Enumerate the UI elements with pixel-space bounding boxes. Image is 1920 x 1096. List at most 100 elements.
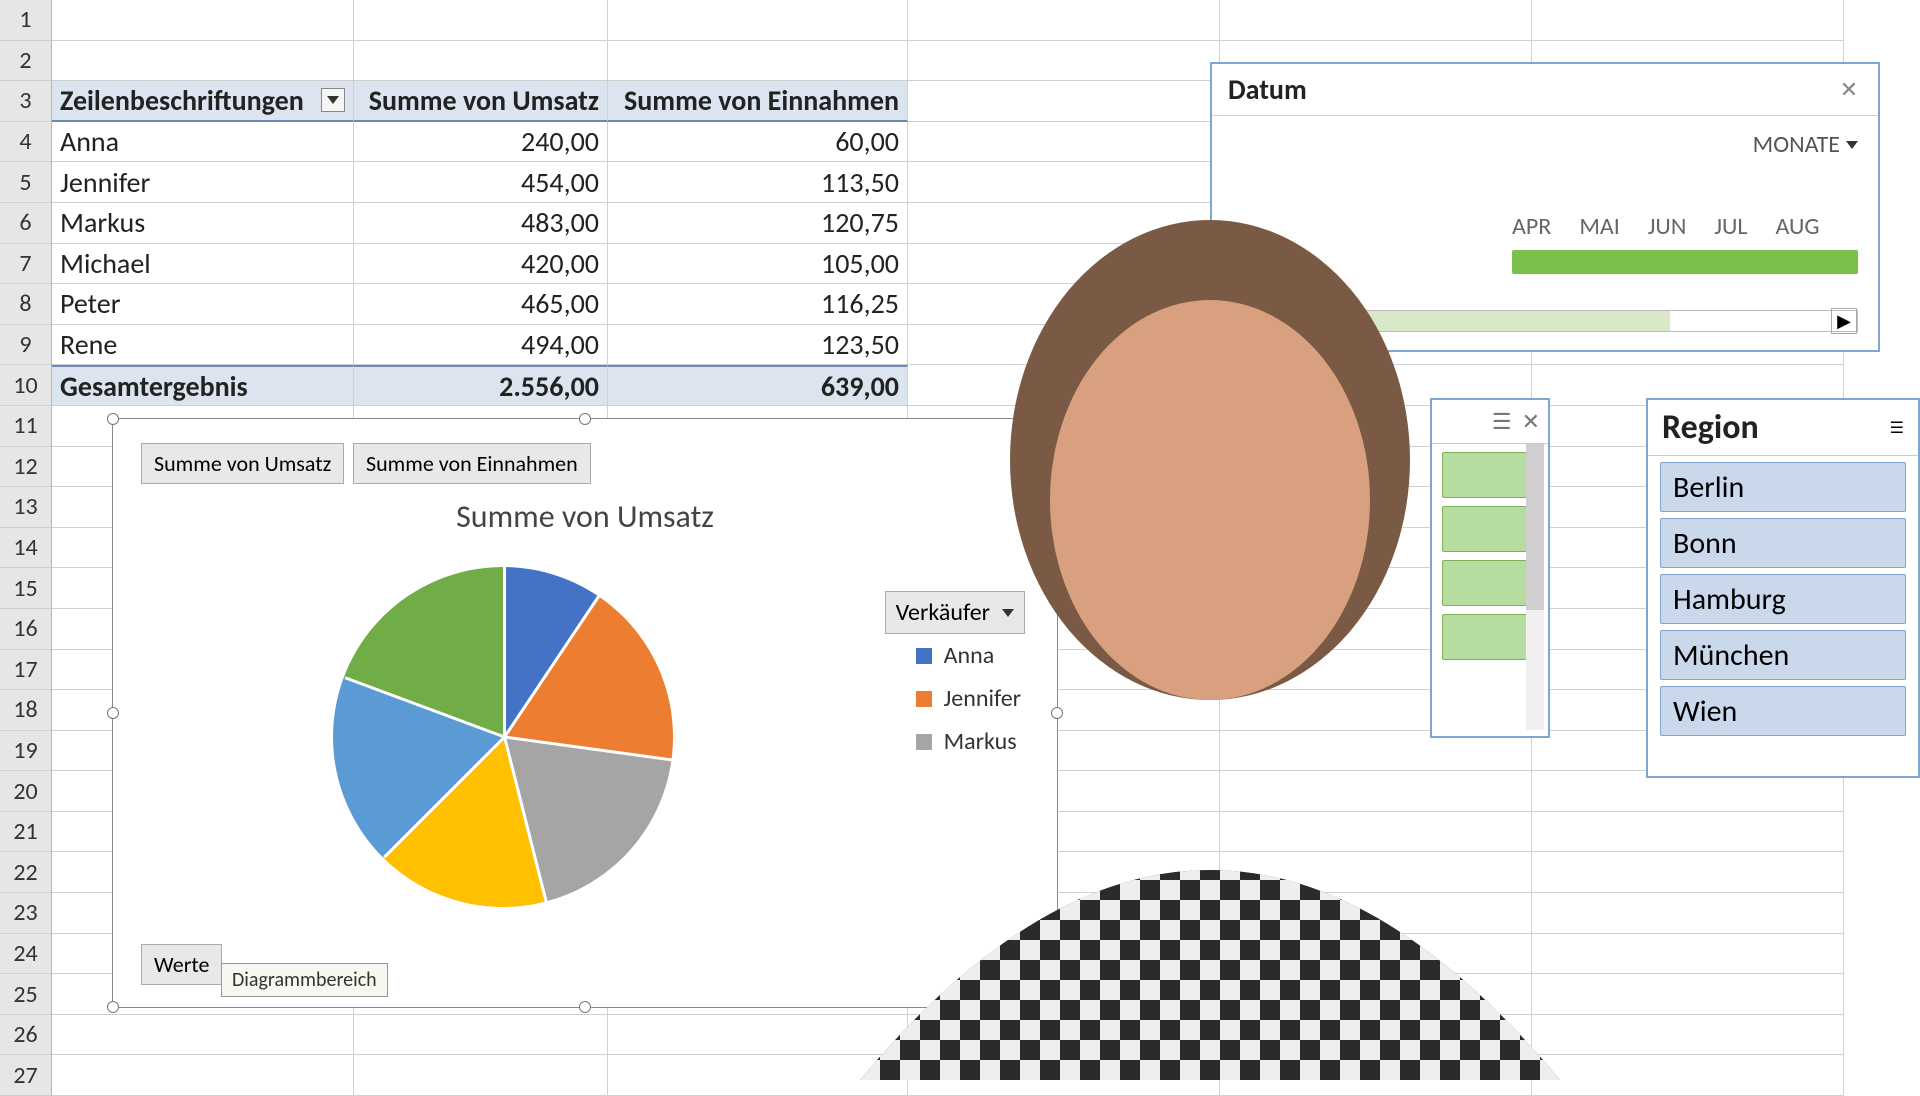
resize-handle[interactable] [107,707,119,719]
pivotchart[interactable]: Summe von Umsatz Summe von Einnahmen Wer… [112,418,1058,1008]
cell[interactable] [52,1055,354,1096]
cell[interactable] [354,41,608,82]
timeline-selection-bar[interactable] [1512,250,1858,274]
row-header[interactable]: 24 [0,934,52,975]
timeline-scroll-right[interactable]: ▶ [1831,308,1857,334]
cell[interactable] [52,41,354,82]
cell[interactable] [1532,934,1844,975]
cell[interactable] [908,81,1220,122]
cell[interactable] [1220,893,1532,934]
cell[interactable] [608,0,908,41]
pivot-row-name[interactable]: Jennifer [52,162,354,203]
row-header[interactable]: 10 [0,365,52,406]
row-header[interactable]: 8 [0,284,52,325]
cell[interactable] [608,41,908,82]
multiselect-icon[interactable]: ☰ [1890,418,1904,438]
pivot-row-einnahmen[interactable]: 116,25 [608,284,908,325]
slicer-region-item[interactable]: München [1660,630,1906,680]
row-header[interactable]: 7 [0,244,52,285]
pivot-row-umsatz[interactable]: 454,00 [354,162,608,203]
row-header[interactable]: 12 [0,447,52,488]
cell[interactable] [1532,0,1844,41]
cell[interactable] [908,1015,1220,1056]
slicer-region-item[interactable]: Wien [1660,686,1906,736]
cell[interactable] [908,1055,1220,1096]
row-header[interactable]: 1 [0,0,52,41]
cell[interactable] [1220,771,1532,812]
slicer-item[interactable] [1442,560,1538,606]
chart-legend-dropdown[interactable]: Verkäufer [885,591,1025,634]
cell[interactable] [608,1015,908,1056]
row-header[interactable]: 26 [0,1015,52,1056]
row-header[interactable]: 27 [0,1055,52,1096]
legend-item[interactable]: Jennifer [916,684,1021,713]
cell[interactable] [1220,1015,1532,1056]
pivot-total-umsatz[interactable]: 2.556,00 [354,365,608,406]
slicer-partial[interactable]: ☰ ✕ [1430,398,1550,738]
resize-handle[interactable] [107,413,119,425]
row-header[interactable]: 17 [0,650,52,691]
timeline-unit-selector[interactable]: MONATE [1753,130,1858,159]
cell[interactable] [908,122,1220,163]
resize-handle[interactable] [107,1001,119,1013]
pivot-header-rowlabels[interactable]: Zeilenbeschriftungen [52,81,354,122]
chart-title[interactable]: Summe von Umsatz [113,497,1057,536]
row-header[interactable]: 23 [0,893,52,934]
slicer-item[interactable] [1442,506,1538,552]
row-header[interactable]: 3 [0,81,52,122]
cell[interactable] [354,1015,608,1056]
cell[interactable] [908,41,1220,82]
row-header[interactable]: 11 [0,406,52,447]
resize-handle[interactable] [579,1001,591,1013]
slicer-scroll-thumb[interactable] [1526,444,1544,610]
pivot-row-name[interactable]: Peter [52,284,354,325]
row-header[interactable]: 9 [0,325,52,366]
cell[interactable] [1220,934,1532,975]
row-header[interactable]: 4 [0,122,52,163]
cell[interactable] [354,0,608,41]
cell[interactable] [1532,852,1844,893]
slicer-item[interactable] [1442,614,1538,660]
pivot-row-umsatz[interactable]: 420,00 [354,244,608,285]
cell[interactable] [52,0,354,41]
row-header[interactable]: 13 [0,487,52,528]
cell[interactable] [908,365,1220,406]
cell[interactable] [354,1055,608,1096]
resize-handle[interactable] [579,413,591,425]
pivot-row-name[interactable]: Michael [52,244,354,285]
pivot-filter-dropdown[interactable] [321,88,345,112]
row-header[interactable]: 25 [0,974,52,1015]
pivot-row-name[interactable]: Anna [52,122,354,163]
clear-filter-icon[interactable]: ✕ [1836,77,1862,103]
timeline-scrollbar[interactable]: ▶ [1232,310,1858,332]
slicer-item[interactable] [1442,452,1538,498]
row-header[interactable]: 21 [0,812,52,853]
pivot-row-einnahmen[interactable]: 113,50 [608,162,908,203]
row-header[interactable]: 18 [0,690,52,731]
pivot-row-umsatz[interactable]: 240,00 [354,122,608,163]
cell[interactable] [1220,1055,1532,1096]
cell[interactable] [908,203,1220,244]
row-header[interactable]: 15 [0,568,52,609]
slicer-scrollbar[interactable] [1526,444,1544,730]
chart-fieldbutton-werte[interactable]: Werte [141,944,222,985]
cell[interactable] [1220,812,1532,853]
pivot-row-umsatz[interactable]: 483,00 [354,203,608,244]
row-header[interactable]: 22 [0,852,52,893]
timeline-month[interactable]: APR [1512,212,1551,241]
row-header[interactable]: 5 [0,162,52,203]
pivot-row-umsatz[interactable]: 494,00 [354,325,608,366]
timeline-scroll-thumb[interactable] [1233,311,1670,331]
pivot-total-einnahmen[interactable]: 639,00 [608,365,908,406]
timeline-month[interactable]: JUN [1648,212,1687,241]
timeline-slicer-datum[interactable]: Datum ✕ MONATE APR MAI JUN JUL AUG ▶ [1210,62,1880,352]
cell[interactable] [1220,974,1532,1015]
resize-handle[interactable] [1051,707,1063,719]
slicer-region[interactable]: Region ☰ Berlin Bonn Hamburg München Wie… [1646,398,1920,778]
chart-fieldbutton-einnahmen[interactable]: Summe von Einnahmen [353,443,591,484]
cell[interactable] [52,1015,354,1056]
cell[interactable] [908,0,1220,41]
cell[interactable] [908,162,1220,203]
pivot-row-name[interactable]: Rene [52,325,354,366]
row-header[interactable]: 14 [0,528,52,569]
